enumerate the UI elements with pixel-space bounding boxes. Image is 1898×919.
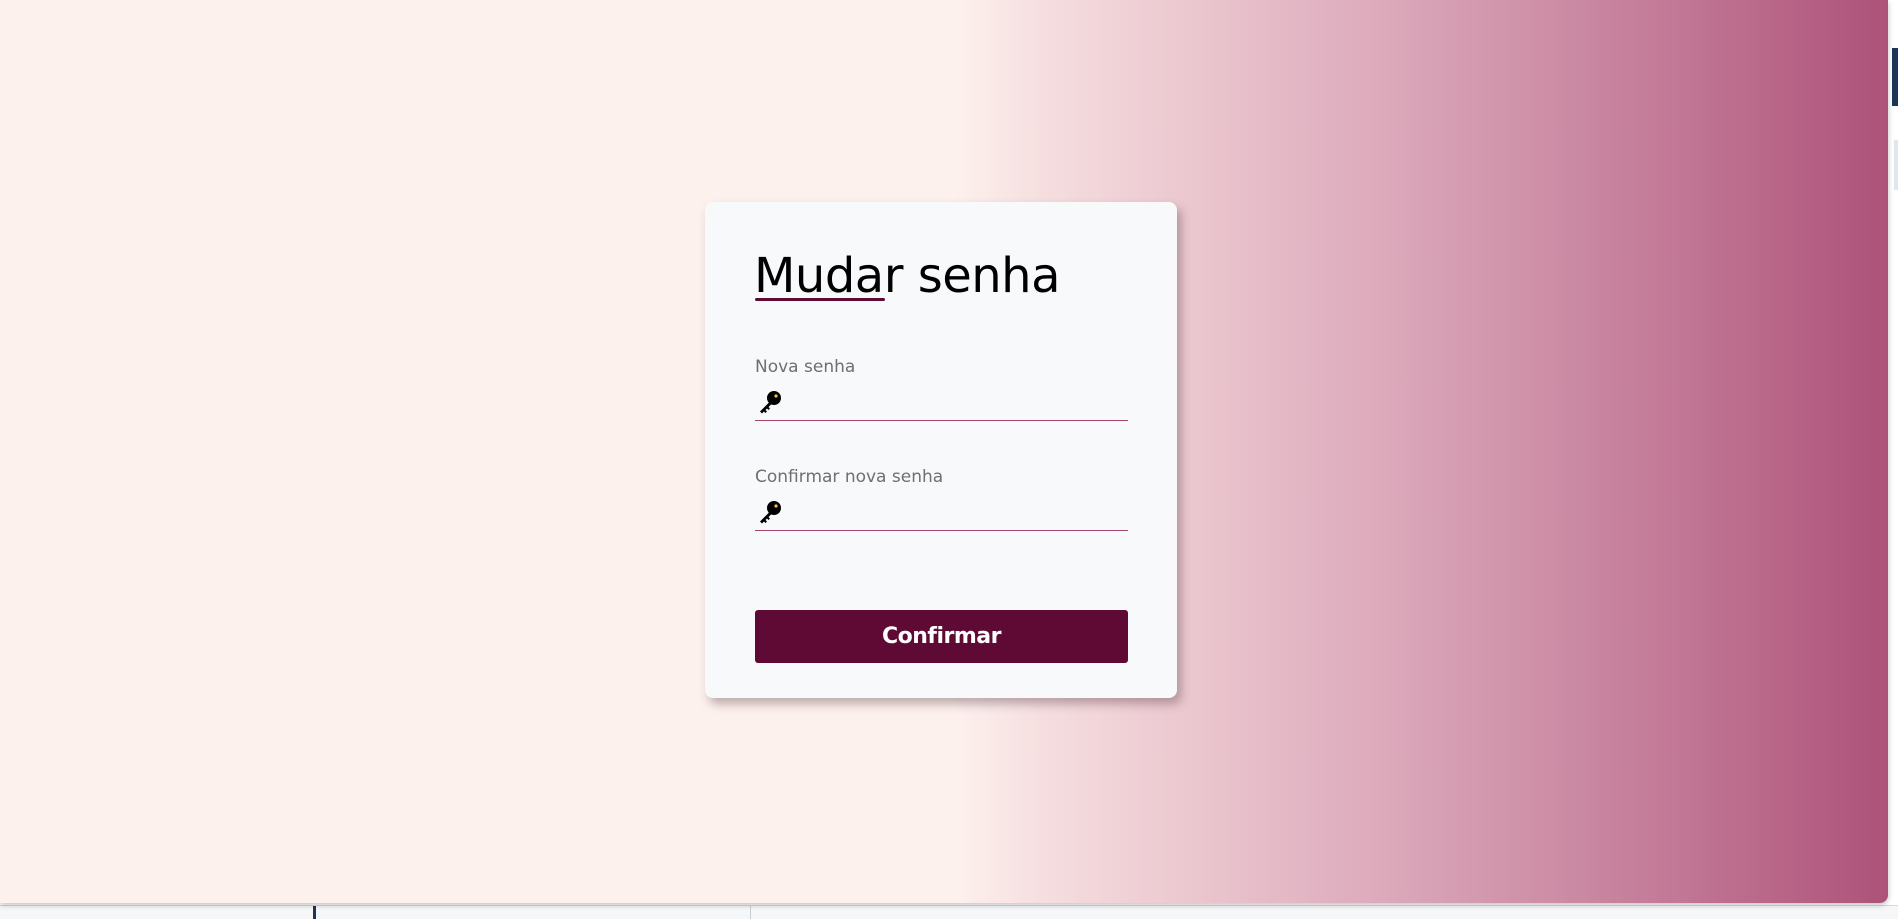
background-divider bbox=[313, 906, 316, 919]
confirm-password-field: Confirmar nova senha bbox=[755, 466, 1128, 531]
confirm-password-input-row bbox=[755, 496, 1128, 531]
background-window-edge bbox=[1892, 48, 1898, 106]
key-icon bbox=[760, 391, 781, 414]
new-password-input[interactable] bbox=[789, 386, 1125, 418]
confirm-password-label: Confirmar nova senha bbox=[755, 467, 944, 487]
confirm-password-input[interactable] bbox=[789, 496, 1125, 528]
new-password-field: Nova senha bbox=[755, 356, 1128, 421]
background-divider bbox=[750, 906, 751, 919]
change-password-card: Mudar senha Nova senha Confirmar nova se… bbox=[705, 202, 1177, 698]
background-window-bottom bbox=[0, 905, 1898, 919]
key-icon bbox=[760, 501, 781, 524]
title-underline bbox=[755, 298, 885, 301]
new-password-input-row bbox=[755, 386, 1128, 421]
change-password-page: Mudar senha Nova senha Confirmar nova se… bbox=[0, 0, 1888, 903]
confirm-button[interactable]: Confirmar bbox=[755, 610, 1128, 663]
background-window-edge bbox=[1894, 140, 1898, 190]
page-title: Mudar senha bbox=[754, 248, 1061, 304]
new-password-label: Nova senha bbox=[755, 357, 856, 377]
